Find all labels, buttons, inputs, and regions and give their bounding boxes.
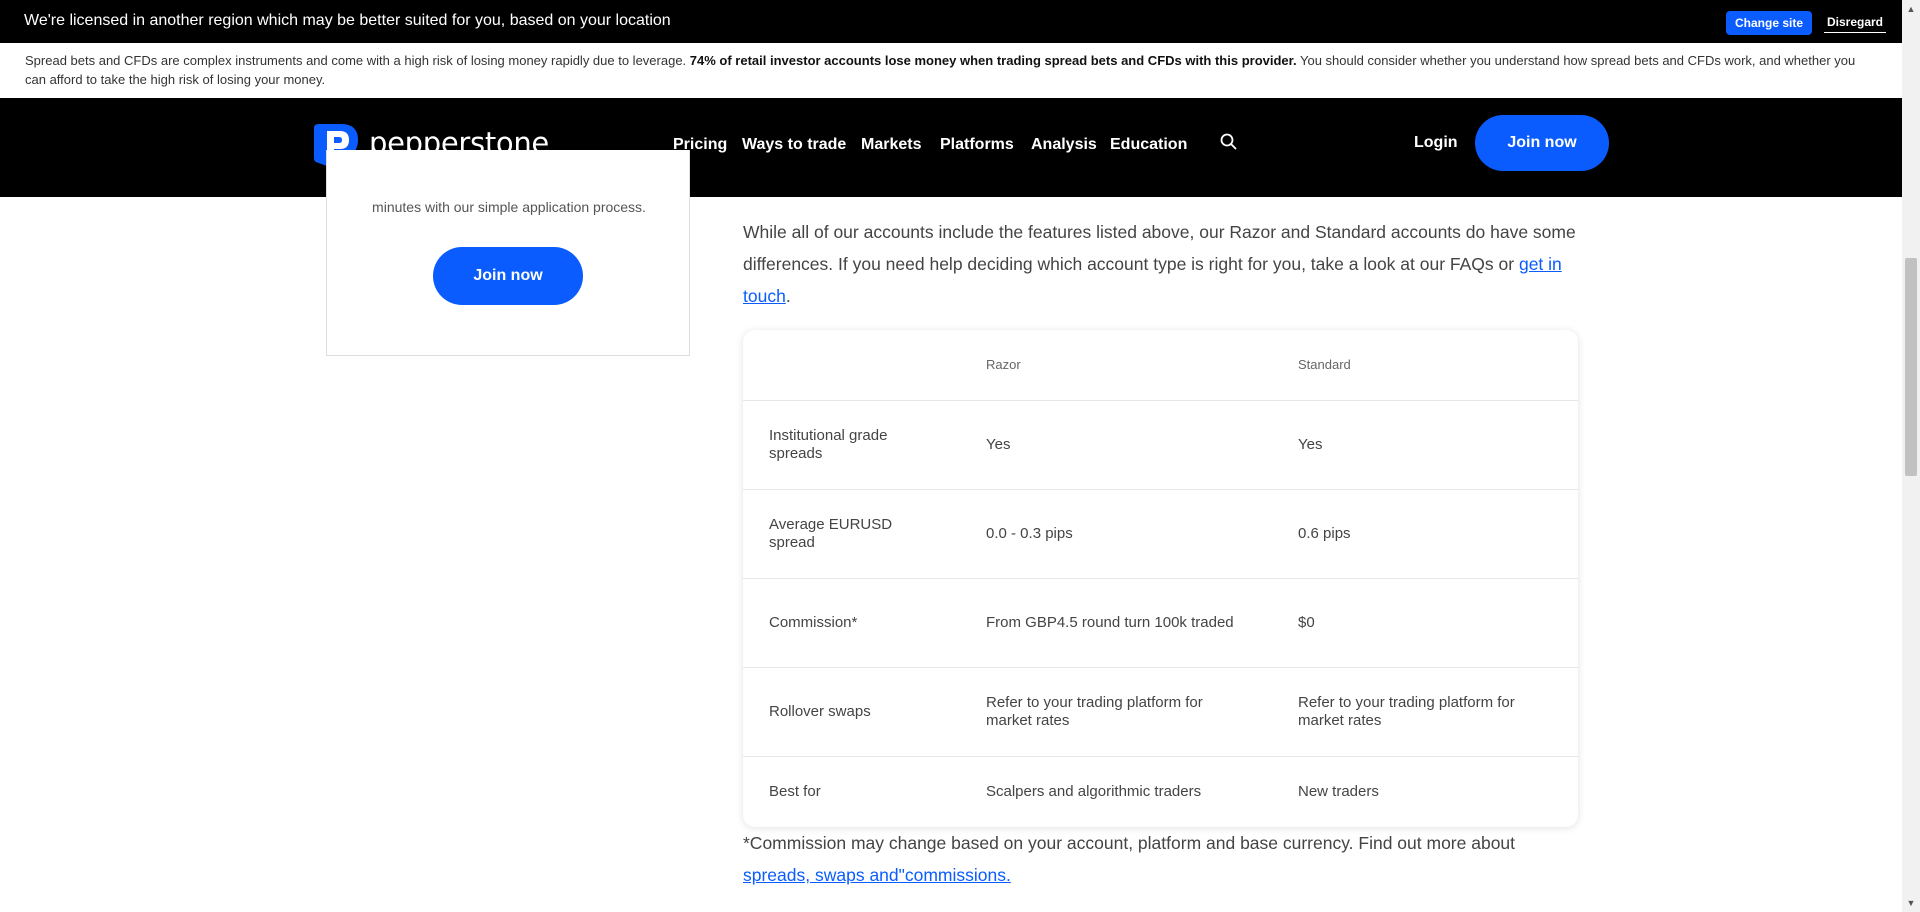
header-razor: Razor — [986, 357, 1021, 372]
footnote-text: *Commission may change based on your acc… — [743, 833, 1516, 853]
main-nav: pepperstone Pricing Ways to trade Market… — [0, 98, 1902, 197]
table-row: Rollover swaps Refer to your trading pla… — [743, 668, 1578, 757]
row-standard-value: Refer to your trading platform for marke… — [1298, 694, 1515, 729]
disregard-button[interactable]: Disregard — [1824, 11, 1886, 33]
change-site-button[interactable]: Change site — [1726, 11, 1812, 35]
row-feature: Best for — [769, 783, 821, 800]
account-comparison-table: Razor Standard Institutional grade sprea… — [743, 330, 1578, 827]
region-banner: We're licensed in another region which m… — [0, 0, 1902, 43]
row-razor-value: Yes — [986, 436, 1011, 453]
risk-warning-percentage: 74% of retail investor accounts lose mon… — [689, 53, 1297, 68]
intro-end: . — [785, 286, 791, 306]
scroll-up-arrow-icon[interactable]: ▲ — [1902, 0, 1920, 18]
commission-footnote: *Commission may change based on your acc… — [743, 827, 1593, 891]
risk-warning-intro: Spread bets and CFDs are complex instrum… — [25, 53, 687, 68]
account-differences-intro: While all of our accounts include the fe… — [743, 216, 1593, 312]
row-razor-value: From GBP4.5 round turn 100k traded — [986, 614, 1234, 631]
row-razor-value: Refer to your trading platform for marke… — [986, 694, 1203, 729]
table-row: Institutional grade spreads Yes Yes — [743, 401, 1578, 490]
row-razor-value: 0.0 - 0.3 pips — [986, 525, 1073, 542]
table-row: Average EURUSD spread 0.0 - 0.3 pips 0.6… — [743, 490, 1578, 579]
region-message: We're licensed in another region which m… — [24, 12, 671, 29]
nav-join-now-button[interactable]: Join now — [1475, 115, 1609, 171]
row-razor-value: Scalpers and algorithmic traders — [986, 783, 1202, 800]
table-header-row: Razor Standard — [743, 330, 1578, 401]
row-feature: Commission* — [769, 614, 858, 631]
spreads-swaps-commissions-link[interactable]: spreads, swaps and"commissions. — [743, 865, 1011, 885]
row-standard-value: $0 — [1298, 614, 1315, 631]
row-feature: Average EURUSD spread — [769, 516, 893, 551]
intro-text: While all of our accounts include the fe… — [743, 222, 1576, 274]
nav-item-ways-to-trade[interactable]: Ways to trade — [742, 135, 846, 155]
scroll-down-arrow-icon[interactable]: ▼ — [1902, 894, 1920, 912]
table-row: Commission* From GBP4.5 round turn 100k … — [743, 579, 1578, 668]
page-scrollbar[interactable]: ▲ ▼ — [1902, 0, 1920, 912]
row-standard-value: Yes — [1298, 436, 1323, 453]
signup-card: minutes with our simple application proc… — [326, 150, 690, 356]
nav-item-platforms[interactable]: Platforms — [940, 135, 1014, 155]
signup-card-join-now-button[interactable]: Join now — [433, 247, 583, 305]
scroll-thumb[interactable] — [1905, 258, 1917, 476]
login-link[interactable]: Login — [1414, 134, 1458, 152]
search-button[interactable] — [1218, 131, 1240, 153]
signup-card-description: minutes with our simple application proc… — [372, 199, 646, 215]
row-feature: Rollover swaps — [769, 703, 871, 720]
nav-item-markets[interactable]: Markets — [861, 135, 921, 155]
row-feature: Institutional grade spreads — [769, 427, 888, 462]
header-standard: Standard — [1298, 357, 1351, 372]
nav-item-education[interactable]: Education — [1110, 135, 1187, 155]
row-standard-value: 0.6 pips — [1298, 525, 1351, 542]
search-icon — [1220, 133, 1237, 150]
risk-warning-text: Spread bets and CFDs are complex instrum… — [25, 51, 1875, 89]
risk-warning: Spread bets and CFDs are complex instrum… — [0, 43, 1902, 98]
nav-item-analysis[interactable]: Analysis — [1031, 135, 1097, 155]
row-standard-value: New traders — [1298, 783, 1379, 800]
table-row: Best for Scalpers and algorithmic trader… — [743, 757, 1578, 827]
